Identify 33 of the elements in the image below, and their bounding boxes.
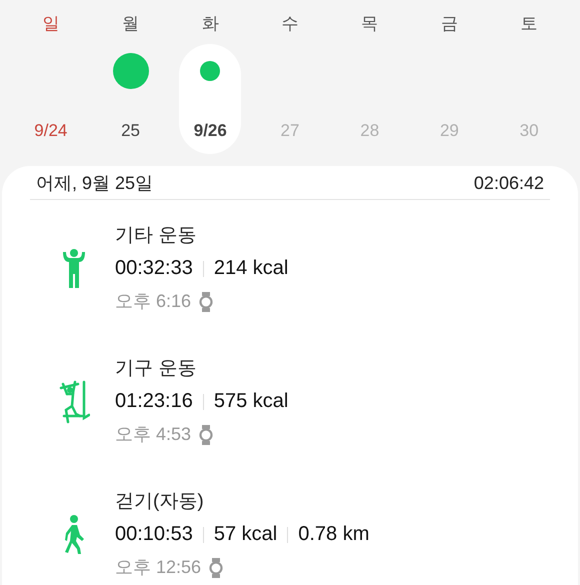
watch-icon: [199, 290, 214, 312]
activity-stat: 00:10:53: [115, 522, 193, 547]
start-time: 오후 12:56: [115, 556, 202, 579]
weekday-label: 일: [42, 13, 60, 35]
activity-stat: 01:23:16: [115, 389, 193, 414]
activity-stat: 214 kcal: [214, 256, 288, 281]
weekday-label: 수: [281, 13, 298, 35]
day-cell[interactable]: 25: [100, 44, 162, 154]
weekday-label: 목: [361, 13, 378, 35]
activity-stat: 57 kcal: [214, 522, 278, 547]
activity-entry[interactable]: 기타 운동 00:32:33 214 kcal 오후 6:16: [30, 200, 550, 333]
start-time: 오후 4:53: [115, 423, 192, 446]
activity-stat: 575 kcal: [214, 389, 288, 414]
activity-stat: 00:32:33: [115, 256, 193, 281]
watch-icon: [199, 424, 214, 446]
weekday-label: 금: [440, 13, 458, 35]
watch-icon: [209, 556, 224, 578]
day-cell[interactable]: 9/26: [179, 44, 242, 154]
activity-entry[interactable]: 기구 운동 01:23:16 575 kcal 오후 4:53: [30, 333, 550, 466]
activity-title: 기구 운동: [115, 357, 198, 381]
activity-title: 기타 운동: [115, 224, 198, 248]
weekday-label: 토: [520, 13, 538, 35]
date-heading: 어제, 9월 25일: [36, 172, 154, 195]
pull-up-figure-icon: [58, 380, 90, 424]
activity-title: 걷기(자동): [115, 490, 205, 514]
day-cell[interactable]: 9/24: [20, 44, 82, 154]
weekday-label: 월: [122, 13, 140, 35]
flexing-figure-icon: [60, 248, 86, 290]
start-time: 오후 6:16: [115, 290, 192, 313]
activity-entry[interactable]: 걷기(자동) 00:10:53 57 kcal 0.78 km 오후 12:56: [30, 466, 550, 585]
total-duration: 02:06:42: [474, 172, 544, 195]
activity-stat: 0.78 km: [298, 522, 370, 547]
weekday-label: 화: [202, 13, 219, 35]
